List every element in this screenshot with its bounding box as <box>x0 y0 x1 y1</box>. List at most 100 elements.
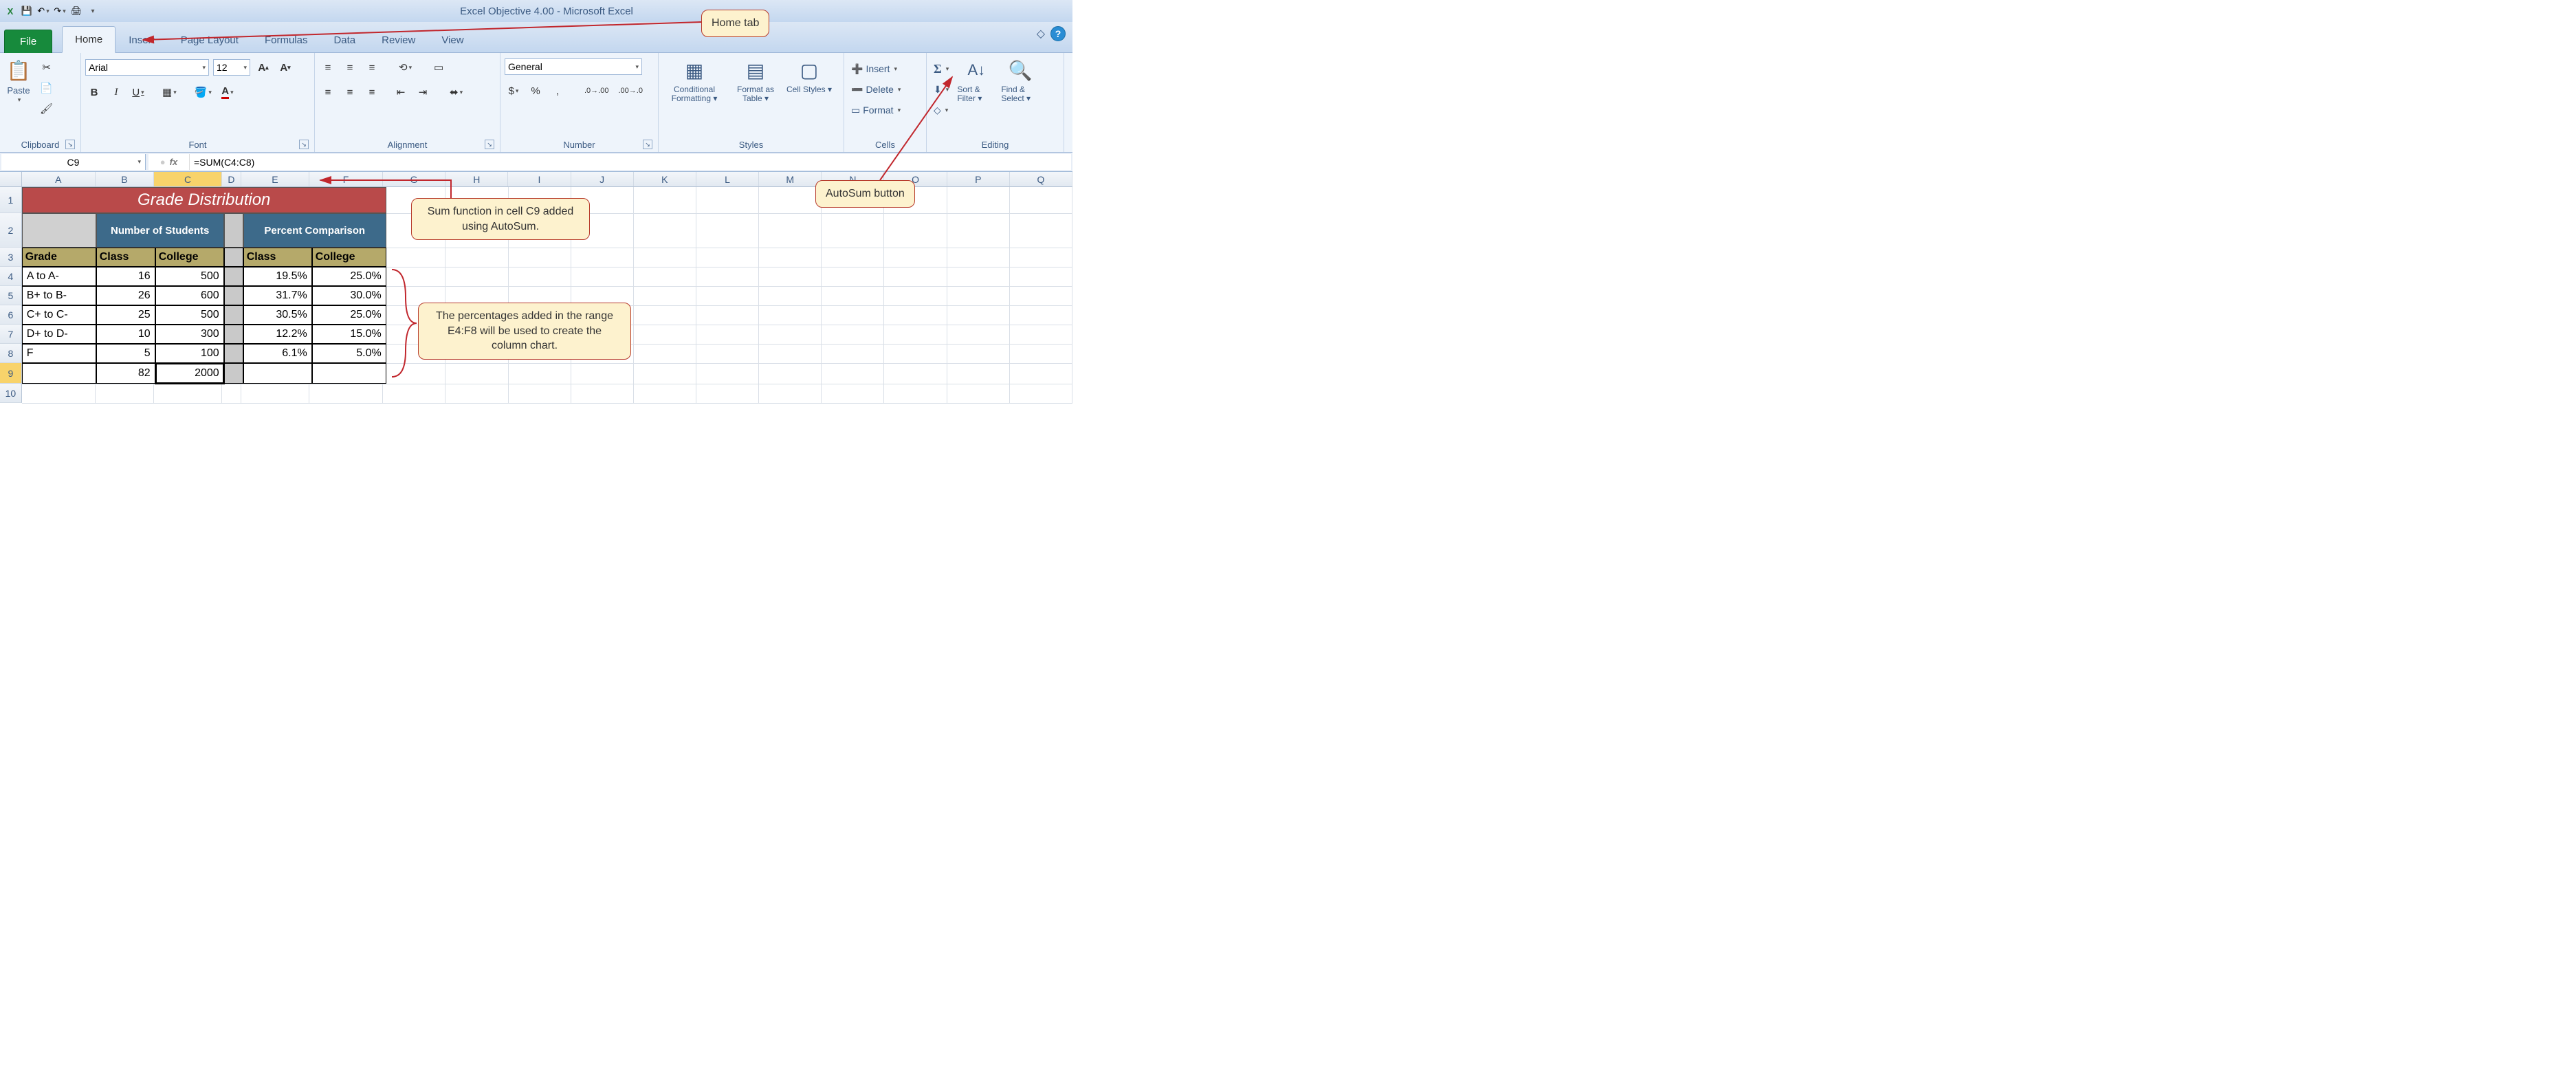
italic-button[interactable]: I <box>107 83 125 101</box>
fx-icon[interactable]: fx <box>170 157 178 167</box>
cell-class-p-2[interactable]: 30.5% <box>243 305 312 325</box>
cell-grade-2[interactable]: C+ to C- <box>22 305 96 325</box>
bold-button[interactable]: B <box>85 83 103 101</box>
cell-class-n-2[interactable]: 25 <box>96 305 155 325</box>
font-dialog-icon[interactable]: ↘ <box>299 140 309 149</box>
underline-button[interactable]: U▾ <box>129 83 147 101</box>
increase-decimal-icon[interactable]: .0→.00 <box>582 82 611 100</box>
font-color-button[interactable]: A▾ <box>219 83 236 101</box>
column-header-G[interactable]: G <box>383 172 445 186</box>
cell-college-p-1[interactable]: 30.0% <box>312 286 386 305</box>
copy-icon[interactable]: 📄 <box>37 79 56 97</box>
fill-color-button[interactable]: 🪣▾ <box>192 83 214 101</box>
borders-button[interactable]: ▦▾ <box>159 83 179 101</box>
cell-college-n-0[interactable]: 500 <box>155 267 224 286</box>
name-box[interactable]: C9▾ <box>1 154 146 170</box>
clipboard-dialog-icon[interactable]: ↘ <box>65 140 75 149</box>
sheet-title[interactable]: Grade Distribution <box>22 187 386 213</box>
row-header-10[interactable]: 10 <box>0 384 22 403</box>
column-header-L[interactable]: L <box>696 172 759 186</box>
comma-format-icon[interactable]: , <box>549 82 566 100</box>
merge-center-icon[interactable]: ⬌▾ <box>447 83 465 101</box>
qat-customize-icon[interactable]: ▾ <box>87 5 99 17</box>
row-header-1[interactable]: 1 <box>0 187 22 213</box>
cell-class-n-1[interactable]: 26 <box>96 286 155 305</box>
align-left-icon[interactable]: ≡ <box>319 83 337 101</box>
subheader-0[interactable]: Grade <box>22 248 96 267</box>
number-dialog-icon[interactable]: ↘ <box>643 140 652 149</box>
tab-home[interactable]: Home <box>62 26 115 53</box>
align-right-icon[interactable]: ≡ <box>363 83 381 101</box>
number-format-combo[interactable]: General▾ <box>505 58 642 75</box>
tab-page-layout[interactable]: Page Layout <box>168 27 252 53</box>
save-icon[interactable]: 💾 <box>21 5 33 17</box>
alignment-dialog-icon[interactable]: ↘ <box>485 140 494 149</box>
row-header-8[interactable]: 8 <box>0 344 22 363</box>
row-header-2[interactable]: 2 <box>0 213 22 248</box>
clear-button[interactable]: ◇▾ <box>931 101 951 119</box>
formula-input[interactable]: =SUM(C4:C8) <box>190 157 258 168</box>
cell-grade-3[interactable]: D+ to D- <box>22 325 96 344</box>
column-header-I[interactable]: I <box>508 172 571 186</box>
font-size-combo[interactable]: 12▾ <box>213 59 250 76</box>
cell-college-p-2[interactable]: 25.0% <box>312 305 386 325</box>
cell-class-p-3[interactable]: 12.2% <box>243 325 312 344</box>
cell-college-p-3[interactable]: 15.0% <box>312 325 386 344</box>
align-center-icon[interactable]: ≡ <box>341 83 359 101</box>
column-header-M[interactable]: M <box>759 172 822 186</box>
cell-grade-1[interactable]: B+ to B- <box>22 286 96 305</box>
autosum-button[interactable]: Σ▾ <box>931 60 951 78</box>
subheader-3[interactable]: Class <box>243 248 312 267</box>
column-header-F[interactable]: F <box>309 172 383 186</box>
minimize-ribbon-icon[interactable]: ◇ <box>1037 27 1045 41</box>
column-header-K[interactable]: K <box>634 172 696 186</box>
conditional-formatting-button[interactable]: ▦ Conditional Formatting ▾ <box>663 56 726 103</box>
cut-icon[interactable]: ✂ <box>37 58 56 76</box>
align-top-icon[interactable]: ≡ <box>319 58 337 76</box>
cell-college-p-0[interactable]: 25.0% <box>312 267 386 286</box>
column-header-D[interactable]: D <box>222 172 241 186</box>
column-header-B[interactable]: B <box>96 172 154 186</box>
cell-grade-4[interactable]: F <box>22 344 96 363</box>
cell-class-n-0[interactable]: 16 <box>96 267 155 286</box>
help-icon[interactable]: ? <box>1050 26 1066 41</box>
column-header-P[interactable]: P <box>947 172 1010 186</box>
cell-college-n-3[interactable]: 300 <box>155 325 224 344</box>
active-cell-C9[interactable]: 2000 <box>155 363 224 384</box>
cell-class-p-4[interactable]: 6.1% <box>243 344 312 363</box>
redo-icon[interactable]: ↷▾ <box>54 5 66 17</box>
insert-cells-button[interactable]: ➕Insert▾ <box>848 60 903 78</box>
column-header-C[interactable]: C <box>154 172 222 186</box>
align-middle-icon[interactable]: ≡ <box>341 58 359 76</box>
cell-college-n-4[interactable]: 100 <box>155 344 224 363</box>
paste-button[interactable]: 📋 Paste ▾ <box>4 56 33 104</box>
column-header-Q[interactable]: Q <box>1010 172 1072 186</box>
orientation-icon[interactable]: ⟲▾ <box>396 58 415 76</box>
cell-grade-0[interactable]: A to A- <box>22 267 96 286</box>
align-bottom-icon[interactable]: ≡ <box>363 58 381 76</box>
column-header-A[interactable]: A <box>22 172 96 186</box>
font-name-combo[interactable]: Arial▾ <box>85 59 209 76</box>
cell-class-p-1[interactable]: 31.7% <box>243 286 312 305</box>
find-select-button[interactable]: 🔍 Find & Select ▾ <box>1001 56 1039 103</box>
tab-formulas[interactable]: Formulas <box>252 27 321 53</box>
shrink-font-icon[interactable]: A▾ <box>276 58 294 76</box>
tab-view[interactable]: View <box>428 27 476 53</box>
decrease-decimal-icon[interactable]: .00→.0 <box>615 82 645 100</box>
cell-college-n-2[interactable]: 500 <box>155 305 224 325</box>
format-as-table-button[interactable]: ▤ Format as Table ▾ <box>727 56 784 103</box>
column-header-H[interactable]: H <box>445 172 508 186</box>
tab-insert[interactable]: Insert <box>115 27 168 53</box>
cell-total-class[interactable]: 82 <box>96 363 155 384</box>
row-header-6[interactable]: 6 <box>0 305 22 325</box>
tab-file[interactable]: File <box>4 30 52 53</box>
delete-cells-button[interactable]: ➖Delete▾ <box>848 80 903 98</box>
print-icon[interactable]: 🖨 <box>70 5 82 17</box>
cell-class-p-0[interactable]: 19.5% <box>243 267 312 286</box>
column-header-E[interactable]: E <box>241 172 309 186</box>
header-percent-comparison[interactable]: Percent Comparison <box>243 213 386 248</box>
cell-total-label[interactable] <box>22 363 96 384</box>
header-number-students[interactable]: Number of Students <box>96 213 224 248</box>
format-painter-icon[interactable]: 🖌 <box>37 100 56 118</box>
cell-class-n-4[interactable]: 5 <box>96 344 155 363</box>
